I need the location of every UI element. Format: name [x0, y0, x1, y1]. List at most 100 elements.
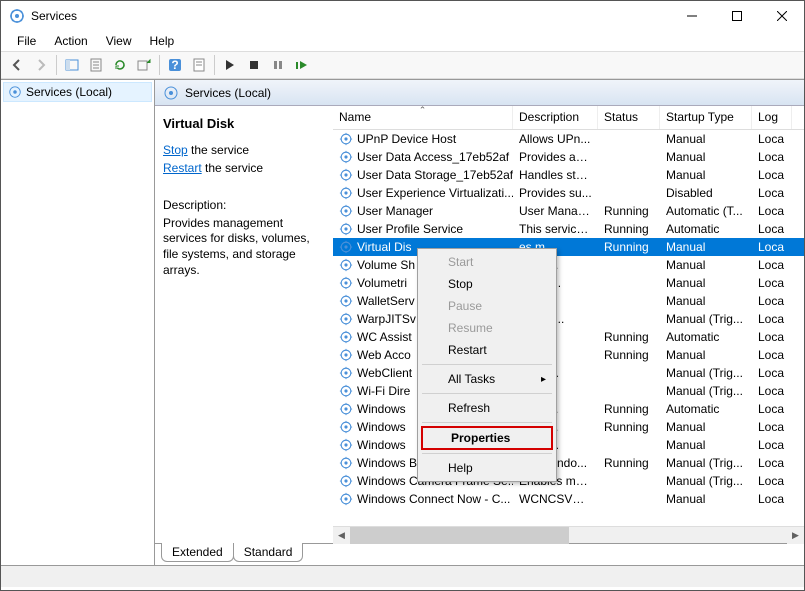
service-status: Running	[598, 348, 660, 362]
pause-service-button[interactable]	[266, 53, 290, 77]
description-text: Provides management services for disks, …	[163, 216, 325, 278]
refresh-button[interactable]	[108, 53, 132, 77]
menu-file[interactable]: File	[9, 32, 44, 50]
menu-action[interactable]: Action	[46, 32, 95, 50]
table-row[interactable]: User Data Access_17eb52afProvides ap...M…	[333, 148, 804, 166]
service-logon: Loca	[752, 456, 792, 470]
tab-extended[interactable]: Extended	[161, 543, 234, 562]
table-row[interactable]: WC Assistare ...RunningAutomaticLoca	[333, 328, 804, 346]
table-row[interactable]: Windows Connect Now - C...WCNCSVC ... Man…	[333, 490, 804, 508]
table-row[interactable]: Web Accorvice ...RunningManualLoca	[333, 346, 804, 364]
tree-item-services-local[interactable]: Services (Local)	[3, 82, 152, 102]
ctx-restart[interactable]: Restart	[420, 339, 554, 361]
table-row[interactable]: Windows Biometric ServiceThe Windo...Run…	[333, 454, 804, 472]
ctx-help[interactable]: Help	[420, 457, 554, 479]
scroll-left-button[interactable]: ◀	[333, 527, 350, 544]
service-status: Running	[598, 420, 660, 434]
horizontal-scrollbar[interactable]: ◀ ▶	[333, 526, 804, 543]
service-name: Windows Connect Now - C...	[357, 492, 510, 506]
menu-view[interactable]: View	[98, 32, 140, 50]
service-name: Windows	[357, 420, 406, 434]
table-row[interactable]: Virtual Dises m...RunningManualLoca	[333, 238, 804, 256]
ctx-all-tasks[interactable]: All Tasks	[420, 368, 554, 390]
title-bar: Services	[1, 1, 804, 31]
table-row[interactable]: Windowses au...RunningManualLoca	[333, 418, 804, 436]
service-name: Volumetri	[357, 276, 407, 290]
service-startup: Automatic (T...	[660, 204, 752, 218]
svg-text:?: ?	[171, 58, 178, 72]
restart-service-button[interactable]	[290, 53, 314, 77]
back-button[interactable]	[5, 53, 29, 77]
table-row[interactable]: Volumetrispatia...ManualLoca	[333, 274, 804, 292]
export-list-button[interactable]	[132, 53, 156, 77]
table-row[interactable]: UPnP Device HostAllows UPn...ManualLoca	[333, 130, 804, 148]
properties-button[interactable]	[187, 53, 211, 77]
service-logon: Loca	[752, 132, 792, 146]
service-logon: Loca	[752, 420, 792, 434]
col-status[interactable]: Status	[598, 106, 660, 129]
table-row[interactable]: WebClients Win...Manual (Trig...Loca	[333, 364, 804, 382]
col-startup-type[interactable]: Startup Type	[660, 106, 752, 129]
col-name[interactable]: ⌃Name	[333, 106, 513, 129]
service-status: Running	[598, 204, 660, 218]
table-row[interactable]: Volume Shes an...ManualLoca	[333, 256, 804, 274]
service-logon: Loca	[752, 258, 792, 272]
table-row[interactable]: Windows Camera Frame Se...Enables mul...…	[333, 472, 804, 490]
ctx-stop[interactable]: Stop	[420, 273, 554, 295]
scroll-thumb[interactable]	[350, 527, 569, 544]
start-service-button[interactable]	[218, 53, 242, 77]
gear-icon	[339, 492, 353, 506]
status-bar	[1, 565, 804, 587]
table-row[interactable]: WalletServobjec...ManualLoca	[333, 292, 804, 310]
service-logon: Loca	[752, 186, 792, 200]
ctx-refresh[interactable]: Refresh	[420, 397, 554, 419]
table-row[interactable]: User ManagerUser Manag...RunningAutomati…	[333, 202, 804, 220]
ctx-properties[interactable]: Properties	[421, 426, 553, 450]
table-row[interactable]: WarpJITSves a JI...Manual (Trig...Loca	[333, 310, 804, 328]
gear-icon	[339, 222, 353, 236]
main-area: Services (Local) Services (Local) Virtua…	[1, 79, 804, 565]
service-desc: WCNCSVC ...	[513, 492, 598, 506]
table-row[interactable]: Windowses au...RunningAutomaticLoca	[333, 400, 804, 418]
forward-button[interactable]	[29, 53, 53, 77]
table-row[interactable]: User Experience Virtualizati...Provides …	[333, 184, 804, 202]
service-logon: Loca	[752, 240, 792, 254]
table-row[interactable]: Wi-Fi Direes co...Manual (Trig...Loca	[333, 382, 804, 400]
gear-icon	[339, 186, 353, 200]
close-button[interactable]	[759, 1, 804, 31]
gear-icon	[339, 132, 353, 146]
scroll-right-button[interactable]: ▶	[787, 527, 804, 544]
tabs: Extended Standard	[155, 543, 804, 565]
restart-link[interactable]: Restart	[163, 161, 202, 175]
gear-icon	[8, 85, 22, 99]
menu-help[interactable]: Help	[142, 32, 183, 50]
service-name: Virtual Dis	[357, 240, 411, 254]
service-logon: Loca	[752, 348, 792, 362]
menu-bar: File Action View Help	[1, 31, 804, 51]
service-name: User Data Access_17eb52af	[357, 150, 509, 164]
stop-service-button[interactable]	[242, 53, 266, 77]
ctx-divider	[422, 453, 552, 454]
service-desc: Handles sto...	[513, 168, 598, 182]
stop-link[interactable]: Stop	[163, 143, 188, 157]
col-description[interactable]: Description	[513, 106, 598, 129]
selected-service-title: Virtual Disk	[163, 116, 325, 131]
col-logon[interactable]: Log	[752, 106, 792, 129]
table-row[interactable]: User Profile ServiceThis service ...Runn…	[333, 220, 804, 238]
minimize-button[interactable]	[669, 1, 714, 31]
help-button[interactable]: ?	[163, 53, 187, 77]
service-startup: Manual	[660, 348, 752, 362]
gear-icon	[339, 168, 353, 182]
scroll-track[interactable]	[350, 527, 787, 544]
gear-icon	[339, 438, 353, 452]
list-body[interactable]: UPnP Device HostAllows UPn...ManualLocaU…	[333, 130, 804, 526]
tab-standard[interactable]: Standard	[233, 543, 304, 562]
table-row[interactable]: User Data Storage_17eb52afHandles sto...…	[333, 166, 804, 184]
export-button[interactable]	[84, 53, 108, 77]
table-row[interactable]: Windowses Wi...ManualLoca	[333, 436, 804, 454]
maximize-button[interactable]	[714, 1, 759, 31]
service-startup: Manual (Trig...	[660, 384, 752, 398]
service-startup: Manual (Trig...	[660, 366, 752, 380]
service-startup: Manual	[660, 492, 752, 506]
show-hide-tree-button[interactable]	[60, 53, 84, 77]
